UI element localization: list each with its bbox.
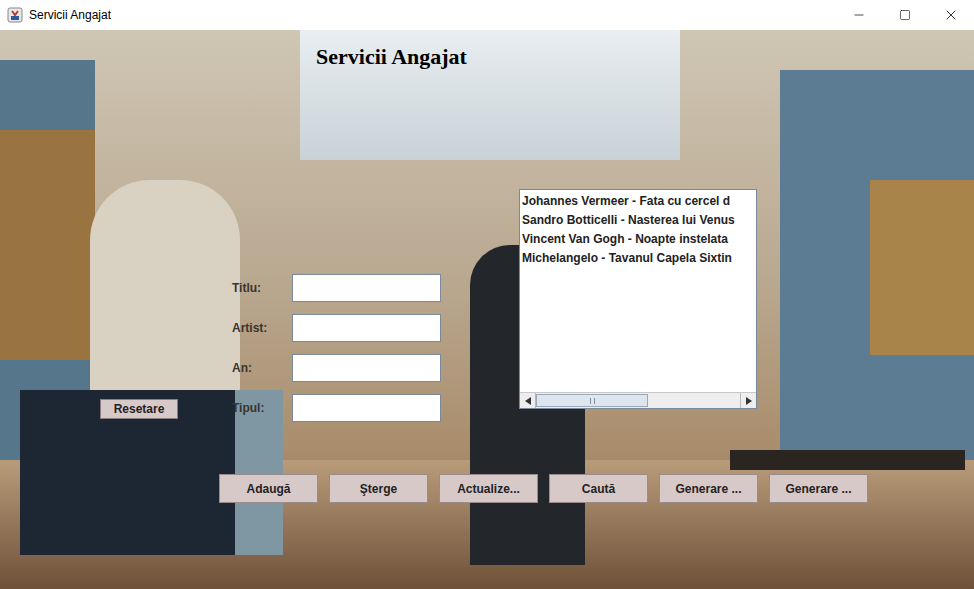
action-button[interactable]: Generare ...	[769, 474, 868, 503]
text-field[interactable]	[292, 394, 441, 422]
list-item[interactable]: Sandro Botticelli - Nasterea lui Venus	[522, 211, 756, 230]
artwork-list[interactable]: Johannes Vermeer - Fata cu cercel dSandr…	[519, 189, 757, 409]
horizontal-scrollbar[interactable]	[520, 392, 756, 408]
list-item[interactable]: Vincent Van Gogh - Noapte instelata	[522, 230, 756, 249]
background-photo	[0, 30, 974, 589]
field-label: Tipul:	[232, 394, 292, 422]
field-label: An:	[232, 354, 292, 382]
window-title: Servicii Angajat	[29, 6, 111, 24]
field-label: Titlu:	[232, 274, 292, 302]
scroll-thumb[interactable]	[536, 394, 648, 407]
minimize-button[interactable]	[836, 0, 882, 30]
action-button[interactable]: Adaugă	[219, 474, 318, 503]
action-button[interactable]: Caută	[549, 474, 648, 503]
action-button[interactable]: Actualize...	[439, 474, 538, 503]
list-item[interactable]: Michelangelo - Tavanul Capela Sixtin	[522, 249, 756, 268]
form: Titlu: Artist: An: Tipul:	[232, 274, 441, 422]
content: Servicii Angajat Titlu: Artist: An: Tipul: Re…	[0, 30, 974, 589]
scroll-right-button[interactable]	[740, 393, 756, 408]
button-row: Adaugă Şterge Actualize... Caută Generare ..…	[219, 474, 868, 503]
maximize-button[interactable]	[882, 0, 928, 30]
close-button[interactable]	[928, 0, 974, 30]
reset-button[interactable]: Resetare	[100, 399, 178, 419]
heading: Servicii Angajat	[316, 40, 467, 73]
left-arrow-icon	[525, 397, 531, 405]
minimize-icon	[852, 8, 866, 22]
app-window: Servicii Angajat Servicii Angajat Titlu: Ar…	[0, 0, 974, 589]
java-app-icon	[7, 7, 23, 23]
maximize-icon	[899, 9, 911, 21]
scroll-left-button[interactable]	[520, 393, 536, 408]
action-button[interactable]: Generare ...	[659, 474, 758, 503]
close-icon	[943, 7, 959, 23]
text-field[interactable]	[292, 314, 441, 342]
text-field[interactable]	[292, 354, 441, 382]
title-bar: Servicii Angajat	[0, 0, 974, 30]
list-item[interactable]: Johannes Vermeer - Fata cu cercel d	[522, 192, 756, 211]
right-arrow-icon	[746, 397, 752, 405]
field-label: Artist:	[232, 314, 292, 342]
action-button[interactable]: Şterge	[329, 474, 428, 503]
text-field[interactable]	[292, 274, 441, 302]
